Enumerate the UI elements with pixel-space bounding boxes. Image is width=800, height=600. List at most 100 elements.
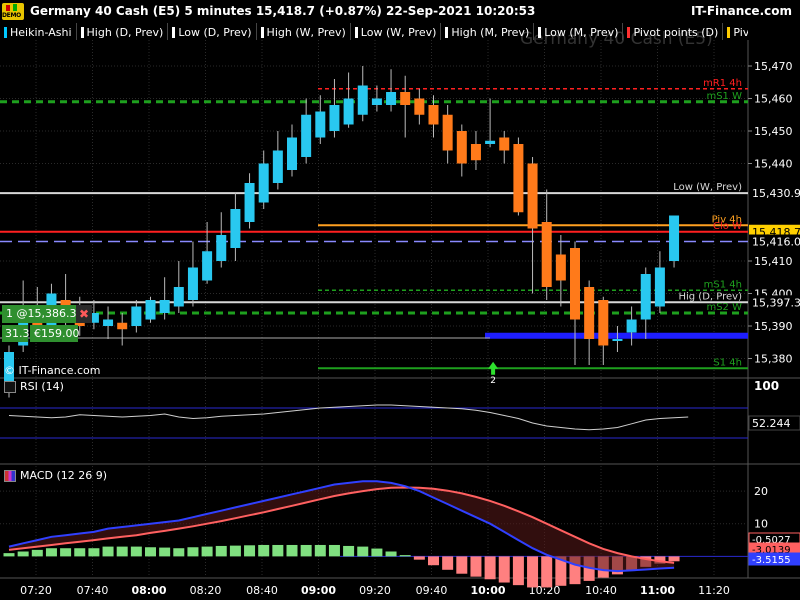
position-quantity: 31.3 — [2, 325, 30, 342]
position-pnl: €159.00 — [30, 325, 80, 342]
legend-item[interactable]: Low (D, Prev) — [168, 23, 257, 40]
macd-histogram-bar — [470, 556, 482, 577]
candle-body — [230, 209, 241, 248]
candle-body — [301, 114, 312, 157]
price-level-label: mS1 W — [706, 91, 742, 102]
macd-histogram-bar — [258, 544, 270, 557]
time-tick-label: 09:40 — [416, 584, 448, 597]
time-tick-label: 07:20 — [20, 584, 52, 597]
candle-body — [485, 140, 496, 144]
legend-item[interactable]: High (W, Prev) — [257, 23, 351, 40]
legend-label: High (M, Prev) — [451, 26, 530, 39]
price-level-label: Hig (D, Prev) — [678, 291, 742, 302]
candle-body — [442, 114, 453, 151]
position-label[interactable]: 1 @15,386.3 — [2, 305, 78, 323]
candle-body — [555, 254, 566, 281]
time-tick-label: 09:00 — [301, 584, 336, 597]
price-tick-label: 15,390 — [754, 320, 793, 333]
legend-item[interactable]: Pivot p — [723, 23, 748, 40]
macd-histogram-bar — [328, 544, 340, 557]
macd-histogram-bar — [300, 544, 312, 557]
legend-label: Low (D, Prev) — [178, 26, 252, 39]
macd-histogram-bar — [512, 556, 524, 586]
macd-histogram-bar — [17, 551, 29, 557]
macd-title: MACD (12 26 9) — [20, 469, 108, 482]
legend-swatch-icon — [4, 27, 7, 38]
rsi-panel-title[interactable]: RSI (14) — [4, 380, 64, 393]
candle-body — [187, 267, 198, 300]
legend-swatch-icon — [260, 27, 264, 38]
candle-body — [584, 287, 595, 339]
legend-label: Low (W, Prev) — [360, 26, 437, 39]
macd-histogram-bar — [130, 546, 142, 557]
rsi-title: RSI (14) — [20, 380, 64, 393]
price-level-label: mR1 4h — [703, 78, 742, 89]
price-level-tag-label: 15,416.0 — [752, 236, 800, 249]
legend-item[interactable]: Low (W, Prev) — [351, 23, 442, 40]
legend-item[interactable]: Heikin-Ashi — [0, 23, 77, 40]
candle-body — [117, 322, 128, 330]
legend-item[interactable]: High (D, Prev) — [77, 23, 169, 40]
time-tick-label: 08:00 — [131, 584, 166, 597]
candle-body — [287, 137, 297, 170]
macd-histogram-bar — [541, 556, 553, 588]
indicator-legend: Heikin-Ashi High (D, Prev) Low (D, Prev) Hi… — [0, 22, 748, 40]
legend-item[interactable]: Low (M, Prev) — [534, 23, 624, 40]
macd-panel-title[interactable]: MACD (12 26 9) — [4, 469, 107, 482]
macd-histogram-bar — [187, 547, 199, 557]
candle-body — [103, 319, 114, 326]
macd-histogram-bar — [498, 556, 510, 583]
macd-histogram-bar — [286, 544, 298, 557]
macd-histogram-bar — [385, 551, 397, 557]
macd-toggle-icon[interactable] — [4, 469, 16, 482]
price-level-label: S1 4h — [713, 357, 742, 368]
demo-label: DEMO — [2, 12, 21, 19]
candle-body — [626, 319, 637, 333]
candle-body — [598, 300, 609, 346]
legend-item[interactable]: Pivot points (D) — [623, 23, 724, 40]
macd-histogram-bar — [173, 548, 185, 557]
candle-body — [400, 92, 411, 105]
macd-histogram-bar — [74, 548, 86, 557]
candle-body — [357, 85, 368, 115]
candle-body — [202, 251, 213, 281]
rsi-toggle-icon[interactable] — [4, 380, 16, 393]
candle-body — [386, 92, 397, 105]
macd-histogram-bar — [3, 553, 15, 557]
macd-histogram-bar — [484, 556, 496, 580]
rsi-axis-label: 100 — [754, 379, 779, 393]
macd-histogram-bar — [159, 547, 171, 557]
time-tick-label: 11:00 — [640, 584, 675, 597]
macd-tick-label: 20 — [754, 485, 768, 498]
legend-swatch-icon — [80, 27, 84, 38]
macd-histogram-bar — [343, 545, 355, 557]
legend-swatch-icon — [627, 27, 631, 38]
macd-histogram-bar — [60, 548, 72, 557]
macd-histogram-bar — [45, 548, 57, 557]
macd-histogram-bar — [371, 548, 383, 557]
macd-histogram-bar — [399, 555, 411, 557]
legend-item[interactable]: High (M, Prev) — [441, 23, 535, 40]
candle-body — [216, 235, 227, 261]
price-tick-label: 15,440 — [754, 158, 793, 171]
price-level-label: mS1 4h — [704, 279, 742, 290]
macd-histogram-bar — [456, 556, 468, 574]
time-tick-label: 08:20 — [190, 584, 222, 597]
close-position-icon[interactable]: ✖ — [76, 305, 92, 323]
candle-body — [499, 137, 510, 151]
macd-histogram-bar — [145, 547, 156, 557]
time-tick-label: 08:40 — [246, 584, 278, 597]
macd-histogram-bar — [442, 556, 454, 570]
macd-histogram-bar — [31, 549, 43, 557]
macd-histogram-bar — [527, 556, 539, 588]
candle-body — [131, 306, 142, 326]
macd-histogram-bar — [668, 556, 680, 562]
candle-body — [258, 163, 269, 203]
time-tick-label: 09:20 — [359, 584, 391, 597]
time-tick-label: 10:40 — [585, 584, 617, 597]
chart-canvas[interactable]: 07:20 07:40 08:00 08:20 08:40 09:00 09:20 09:40… — [0, 0, 800, 600]
macd-tick-label: 10 — [754, 518, 768, 531]
macd-histogram-bar — [428, 556, 439, 566]
candle-body — [315, 111, 326, 138]
legend-label: Pivot p — [733, 26, 748, 39]
